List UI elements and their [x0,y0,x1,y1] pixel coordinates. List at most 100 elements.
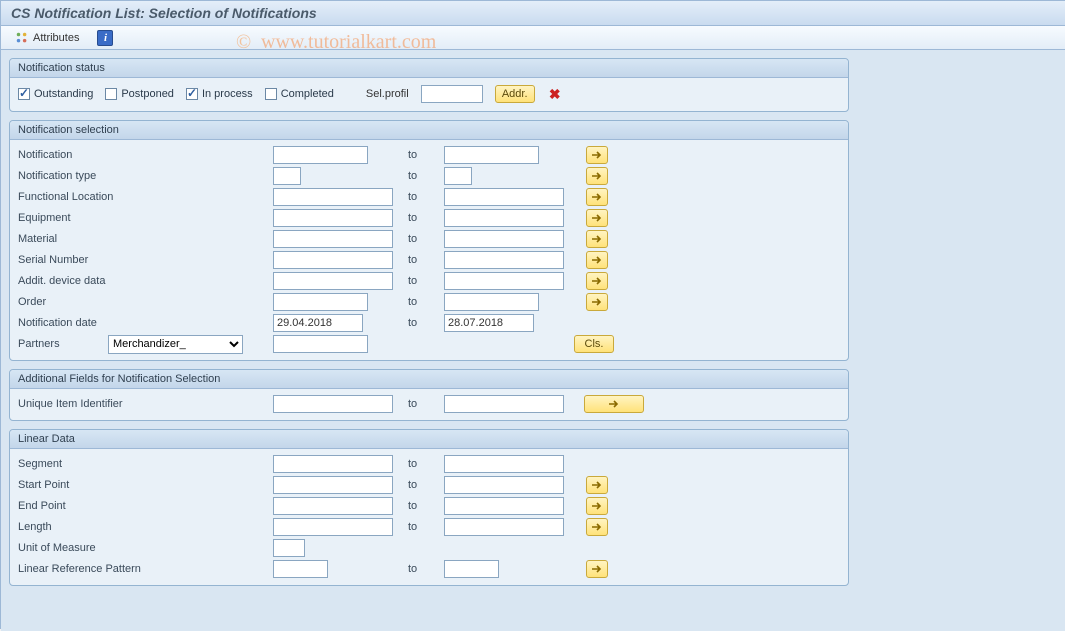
notification-date-to-input[interactable] [444,314,534,332]
arrow-right-icon [591,297,603,307]
to-label: to [406,149,444,161]
group-notification-selection: Notification selection Notification to N… [9,120,849,361]
end-point-to-input[interactable] [444,497,564,515]
checkbox-completed[interactable]: Completed [265,88,334,100]
notification-from-input[interactable] [273,146,368,164]
to-label: to [406,500,444,512]
label-functional-location: Functional Location [18,191,273,203]
checkbox-in-process[interactable]: In process [186,88,253,100]
to-label: to [406,170,444,182]
partners-select[interactable]: Merchandizer_ [108,335,243,354]
lrp-to-input[interactable] [444,560,499,578]
to-label: to [406,296,444,308]
checkbox-outstanding-label: Outstanding [34,88,93,100]
attributes-label: Attributes [33,32,79,44]
functional-location-from-input[interactable] [273,188,393,206]
multiple-selection-button[interactable] [586,518,608,536]
multiple-selection-button[interactable] [586,497,608,515]
label-unique-item-identifier: Unique Item Identifier [18,398,273,410]
label-notification-type: Notification type [18,170,273,182]
label-addit-device-data: Addit. device data [18,275,273,287]
label-start-point: Start Point [18,479,273,491]
serial-number-from-input[interactable] [273,251,393,269]
to-label: to [406,398,444,410]
multiple-selection-button[interactable] [586,476,608,494]
addr-button[interactable]: Addr. [495,85,535,103]
arrow-right-icon [608,399,620,409]
multiple-selection-button[interactable] [586,272,608,290]
arrow-right-icon [591,234,603,244]
cls-button[interactable]: Cls. [574,335,614,353]
label-serial-number: Serial Number [18,254,273,266]
arrow-right-icon [591,564,603,574]
check-icon [265,88,277,100]
info-icon[interactable]: i [97,30,113,46]
sel-profil-label: Sel.profil [366,88,409,100]
group-header-status: Notification status [10,59,848,78]
arrow-right-icon [591,192,603,202]
material-from-input[interactable] [273,230,393,248]
multiple-selection-button[interactable] [586,146,608,164]
group-header-selection: Notification selection [10,121,848,140]
checkbox-outstanding[interactable]: Outstanding [18,88,93,100]
group-additional-fields: Additional Fields for Notification Selec… [9,369,849,421]
notification-type-from-input[interactable] [273,167,301,185]
uii-from-input[interactable] [273,395,393,413]
to-label: to [406,254,444,266]
notification-date-from-input[interactable] [273,314,363,332]
equipment-from-input[interactable] [273,209,393,227]
segment-from-input[interactable] [273,455,393,473]
multiple-selection-button[interactable] [586,188,608,206]
to-label: to [406,233,444,245]
checkbox-in-process-label: In process [202,88,253,100]
notification-type-to-input[interactable] [444,167,472,185]
to-label: to [406,275,444,287]
order-to-input[interactable] [444,293,539,311]
equipment-to-input[interactable] [444,209,564,227]
unit-of-measure-input[interactable] [273,539,305,557]
start-point-from-input[interactable] [273,476,393,494]
to-label: to [406,317,444,329]
length-from-input[interactable] [273,518,393,536]
label-segment: Segment [18,458,273,470]
group-linear-data: Linear Data Segment to Start Point to En… [9,429,849,586]
multiple-selection-button[interactable] [586,167,608,185]
addit-device-to-input[interactable] [444,272,564,290]
arrow-right-icon [591,171,603,181]
to-label: to [406,191,444,203]
multiple-selection-button[interactable] [586,293,608,311]
multiple-selection-button[interactable] [586,251,608,269]
segment-to-input[interactable] [444,455,564,473]
attributes-button[interactable]: Attributes [11,30,83,46]
uii-to-input[interactable] [444,395,564,413]
delete-icon[interactable]: ✖ [547,86,563,102]
multiple-selection-button[interactable] [586,209,608,227]
label-length: Length [18,521,273,533]
end-point-from-input[interactable] [273,497,393,515]
multiple-selection-button[interactable] [586,230,608,248]
label-notification: Notification [18,149,273,161]
start-point-to-input[interactable] [444,476,564,494]
order-from-input[interactable] [273,293,368,311]
checkbox-postponed[interactable]: Postponed [105,88,174,100]
window-title: CS Notification List: Selection of Notif… [1,1,1065,26]
arrow-right-icon [591,480,603,490]
to-label: to [406,212,444,224]
notification-to-input[interactable] [444,146,539,164]
serial-number-to-input[interactable] [444,251,564,269]
multiple-selection-button[interactable] [584,395,644,413]
multiple-selection-button[interactable] [586,560,608,578]
label-material: Material [18,233,273,245]
toolbar: Attributes i [1,26,1065,50]
sel-profil-input[interactable] [421,85,483,103]
material-to-input[interactable] [444,230,564,248]
lrp-from-input[interactable] [273,560,328,578]
addit-device-from-input[interactable] [273,272,393,290]
partners-value-input[interactable] [273,335,368,353]
arrow-right-icon [591,255,603,265]
length-to-input[interactable] [444,518,564,536]
checkbox-completed-label: Completed [281,88,334,100]
functional-location-to-input[interactable] [444,188,564,206]
arrow-right-icon [591,522,603,532]
arrow-right-icon [591,150,603,160]
